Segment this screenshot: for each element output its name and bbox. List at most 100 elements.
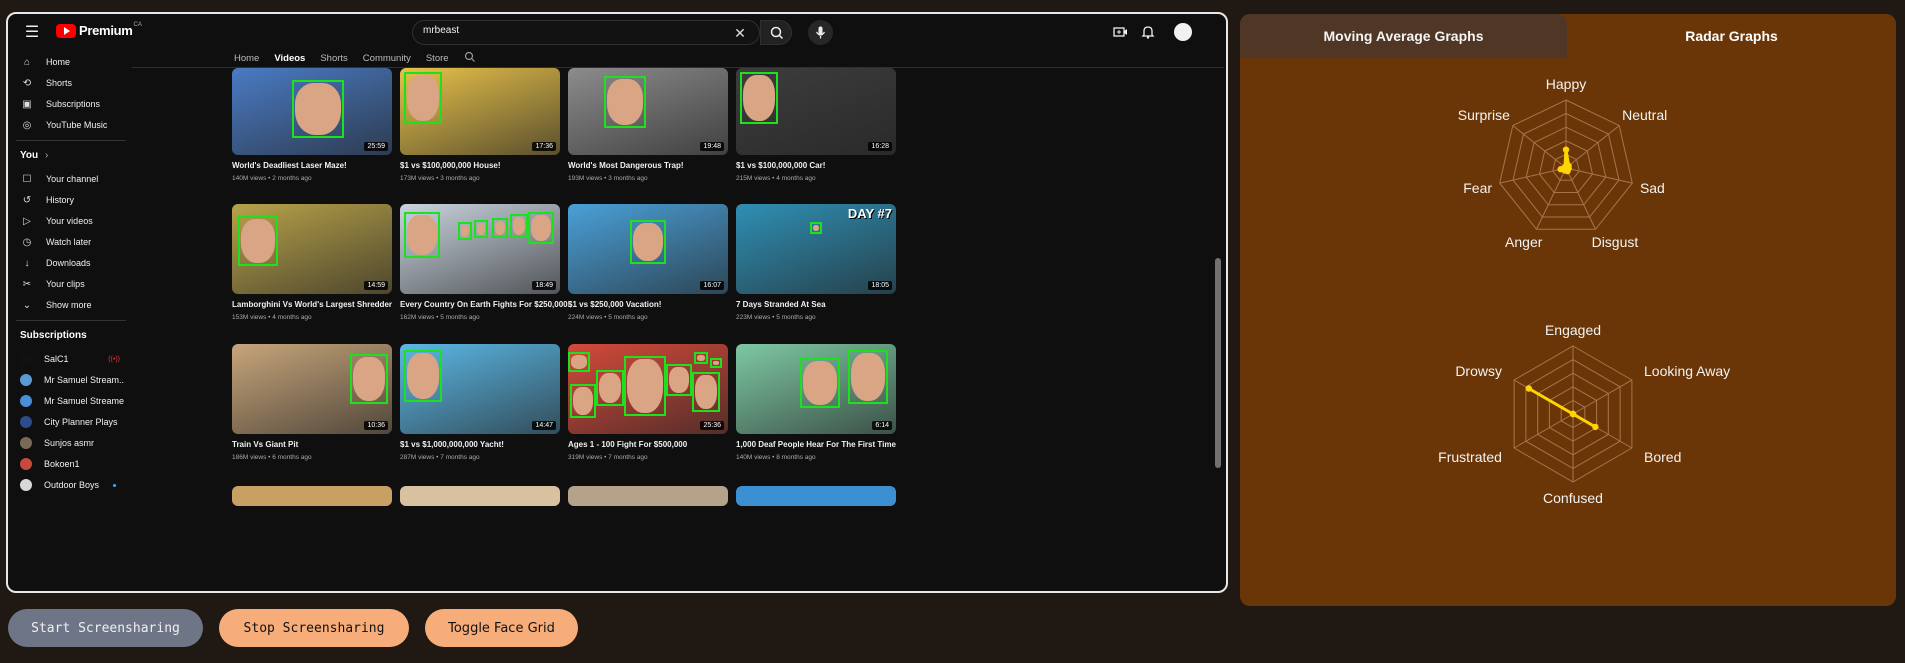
- face-detection-box: [800, 358, 840, 408]
- channel-search-icon[interactable]: [464, 51, 476, 66]
- video-card[interactable]: 17:36 $1 vs $100,000,000 House! 173M views…: [400, 68, 560, 198]
- video-thumbnail[interactable]: 25:36: [568, 344, 728, 434]
- video-card[interactable]: 18:49 Every Country On Earth Fights For $…: [400, 204, 570, 334]
- video-title[interactable]: 1,000 Deaf People Hear For The First Tim…: [736, 440, 896, 449]
- subscription-item[interactable]: Mr Samuel Stream...: [8, 370, 132, 390]
- video-title[interactable]: World's Deadliest Laser Maze!: [232, 161, 347, 170]
- tab-home[interactable]: Home: [234, 53, 259, 64]
- face-detection-box: [350, 354, 388, 404]
- video-thumbnail[interactable]: 10:36: [232, 344, 392, 434]
- video-thumbnail[interactable]: 25:59: [232, 68, 392, 155]
- video-thumbnail[interactable]: [400, 486, 560, 506]
- voice-search-button[interactable]: [808, 20, 833, 45]
- video-title[interactable]: $1 vs $1,000,000,000 Yacht!: [400, 440, 504, 449]
- sidebar-item-youtube-music[interactable]: ◎ YouTube Music: [8, 115, 132, 135]
- sidebar-item-home[interactable]: ⌂ Home: [8, 52, 132, 72]
- video-card[interactable]: DAY #7 18:05 7 Days Stranded At Sea 223M vi…: [736, 204, 896, 334]
- video-title[interactable]: Ages 1 - 100 Fight For $500,000: [568, 440, 687, 449]
- video-thumbnail[interactable]: 6:14: [736, 344, 896, 434]
- video-thumbnail[interactable]: DAY #7 18:05: [736, 204, 896, 294]
- sidebar-item-label: Watch later: [46, 237, 92, 247]
- emotion-radar-data-point: [1561, 163, 1569, 171]
- face-detection-box: [474, 220, 488, 238]
- tab-community[interactable]: Community: [363, 53, 411, 64]
- tab-videos[interactable]: Videos: [274, 53, 305, 64]
- video-card[interactable]: 14:47 $1 vs $1,000,000,000 Yacht! 287M vie…: [400, 344, 560, 474]
- clear-search-icon[interactable]: ✕: [731, 23, 749, 43]
- video-card[interactable]: 6:14 1,000 Deaf People Hear For The First…: [736, 344, 896, 474]
- video-meta: 224M views • 5 months ago: [568, 314, 648, 321]
- video-card[interactable]: 14:59 Lamborghini Vs World's Largest Shre…: [232, 204, 392, 334]
- sidebar-item-watch-later[interactable]: ◷ Watch later: [8, 232, 132, 252]
- attention-radar-data-point: [1592, 423, 1599, 431]
- search-button[interactable]: [760, 20, 792, 45]
- video-thumbnail[interactable]: 14:59: [232, 204, 392, 294]
- account-avatar[interactable]: [1174, 23, 1192, 41]
- sidebar-item-your-channel[interactable]: ☐ Your channel: [8, 169, 132, 189]
- video-thumbnail[interactable]: 16:07: [568, 204, 728, 294]
- sidebar-item-subscriptions[interactable]: ▣ Subscriptions: [8, 94, 132, 114]
- video-thumbnail[interactable]: [736, 486, 896, 506]
- notifications-bell-icon[interactable]: [1140, 24, 1156, 40]
- menu-icon[interactable]: ☰: [22, 22, 42, 42]
- emotion-radar-axis-label: Neutral: [1622, 107, 1667, 123]
- attention-radar-data-point: [1569, 410, 1577, 418]
- sidebar-item-show-more[interactable]: ⌄ Show more: [8, 295, 132, 315]
- video-meta: 223M views • 5 months ago: [736, 314, 816, 321]
- video-card[interactable]: 16:07 $1 vs $250,000 Vacation! 224M views …: [568, 204, 728, 334]
- start-screensharing-button[interactable]: Start Screensharing: [8, 609, 203, 647]
- video-title[interactable]: 7 Days Stranded At Sea: [736, 300, 826, 309]
- emotion-radar-data-point: [1562, 146, 1570, 153]
- video-thumbnail[interactable]: 17:36: [400, 68, 560, 155]
- tab-store[interactable]: Store: [426, 53, 449, 64]
- face-detection-box: [810, 222, 822, 234]
- face-detection-box: [694, 352, 708, 364]
- download-icon: ↓: [24, 257, 30, 269]
- attention-radar-axis-line: [1572, 379, 1633, 415]
- video-title[interactable]: World's Most Dangerous Trap!: [568, 161, 684, 170]
- video-thumbnail[interactable]: [568, 486, 728, 506]
- video-thumbnail[interactable]: [232, 486, 392, 506]
- page-scrollbar[interactable]: [1215, 258, 1221, 468]
- sidebar-item-your-clips[interactable]: ✂ Your clips: [8, 274, 132, 294]
- video-title[interactable]: $1 vs $100,000,000 Car!: [736, 161, 825, 170]
- subscription-item[interactable]: Outdoor Boys: [8, 475, 132, 495]
- chevron-down-icon: ⌄: [22, 299, 32, 311]
- toggle-face-grid-button[interactable]: Toggle Face Grid: [425, 609, 578, 647]
- sidebar-item-history[interactable]: ↺ History: [8, 190, 132, 210]
- video-title[interactable]: Every Country On Earth Fights For $250,0…: [400, 300, 570, 309]
- subscription-item[interactable]: Sunjos asmr: [8, 433, 132, 453]
- attention-radar-data-point: [1525, 385, 1533, 392]
- video-title[interactable]: $1 vs $100,000,000 House!: [400, 161, 501, 170]
- youtube-premium-logo[interactable]: Premium CA: [56, 22, 142, 38]
- subscription-item[interactable]: Bokoen1: [8, 454, 132, 474]
- video-title[interactable]: $1 vs $250,000 Vacation!: [568, 300, 661, 309]
- tab-shorts[interactable]: Shorts: [320, 53, 347, 64]
- search-input[interactable]: [423, 25, 663, 36]
- subscription-item[interactable]: SalC1 ((•)): [8, 349, 132, 369]
- video-title[interactable]: Lamborghini Vs World's Largest Shredder: [232, 300, 392, 309]
- subscription-item[interactable]: Mr Samuel Streamer: [8, 391, 132, 411]
- stop-screensharing-button[interactable]: Stop Screensharing: [219, 609, 409, 647]
- video-card[interactable]: 25:59 World's Deadliest Laser Maze! 140M v…: [232, 68, 392, 198]
- video-thumbnail[interactable]: 14:47: [400, 344, 560, 434]
- video-title[interactable]: Train Vs Giant Pit: [232, 440, 298, 449]
- video-thumbnail[interactable]: 18:49: [400, 204, 560, 294]
- video-card[interactable]: 10:36 Train Vs Giant Pit 186M views • 6 mo…: [232, 344, 392, 474]
- sidebar-item-your-videos[interactable]: ▷ Your videos: [8, 211, 132, 231]
- video-card[interactable]: 19:48 World's Most Dangerous Trap! 193M vi…: [568, 68, 728, 198]
- subscription-label: Mr Samuel Streamer: [44, 396, 124, 406]
- video-card[interactable]: 16:28 $1 vs $100,000,000 Car! 215M views •…: [736, 68, 896, 198]
- face-detection-box: [596, 370, 624, 406]
- sidebar-item-shorts[interactable]: ⟲ Shorts: [8, 73, 132, 93]
- create-video-icon[interactable]: [1112, 24, 1128, 40]
- video-card[interactable]: 25:36 Ages 1 - 100 Fight For $500,000 319M…: [568, 344, 728, 474]
- video-thumbnail[interactable]: 19:48: [568, 68, 728, 155]
- subscription-item[interactable]: City Planner Plays: [8, 412, 132, 432]
- channel-avatar: [20, 437, 32, 449]
- you-section-heading[interactable]: You ›: [20, 150, 48, 161]
- video-meta: 319M views • 7 months ago: [568, 454, 648, 461]
- analytics-panel: Moving Average Graphs Radar Graphs Happy…: [1240, 14, 1896, 606]
- sidebar-item-downloads[interactable]: ↓ Downloads: [8, 253, 132, 273]
- video-thumbnail[interactable]: 16:28: [736, 68, 896, 155]
